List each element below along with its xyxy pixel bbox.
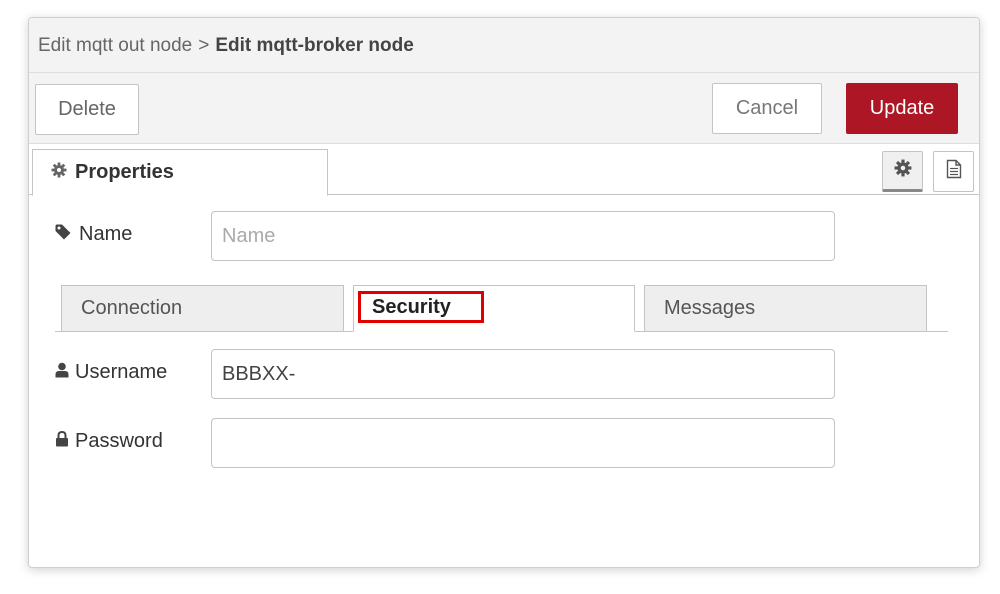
breadcrumb-current: Edit mqtt-broker node [215,35,414,56]
document-icon [946,159,962,184]
delete-button[interactable]: Delete [35,84,139,135]
breadcrumb-separator: > [198,35,210,56]
tab-security-label: Security [372,295,451,318]
tab-strip: Properties [29,144,979,196]
edit-dialog: Edit mqtt out node > Edit mqtt-broker node… [28,17,980,568]
gear-icon [51,161,67,184]
tab-messages-label: Messages [664,297,756,319]
dialog-toolbar: Delete Cancel Update [29,73,979,144]
gear-icon [894,159,912,182]
password-input[interactable] [211,418,835,468]
tab-connection-label: Connection [81,297,183,319]
dialog-titlebar: Edit mqtt out node > Edit mqtt-broker node [29,18,979,73]
user-icon [55,361,69,384]
security-tab-highlight: Security [358,291,484,323]
breadcrumb-parent[interactable]: Edit mqtt out node [38,35,192,56]
password-label-text: Password [75,430,163,452]
username-label-text: Username [75,361,168,383]
lock-icon [55,430,69,453]
name-label: Name [55,223,132,246]
node-settings-button[interactable] [882,151,923,192]
username-label: Username [55,361,167,384]
password-label: Password [55,430,163,453]
name-label-text: Name [79,223,133,245]
node-description-button[interactable] [933,151,974,192]
broker-config-tabs: Connection Security Messages [55,285,948,332]
tag-icon [55,223,73,246]
cancel-button[interactable]: Cancel [712,83,822,134]
tab-properties[interactable]: Properties [32,149,328,196]
tab-security[interactable]: Security [353,285,635,332]
username-input[interactable] [211,349,835,399]
breadcrumb: Edit mqtt out node > Edit mqtt-broker node [38,35,414,57]
tab-connection[interactable]: Connection [61,285,344,332]
tab-messages[interactable]: Messages [644,285,927,332]
tab-properties-label: Properties [75,161,174,183]
name-input[interactable] [211,211,835,261]
update-button[interactable]: Update [846,83,958,134]
